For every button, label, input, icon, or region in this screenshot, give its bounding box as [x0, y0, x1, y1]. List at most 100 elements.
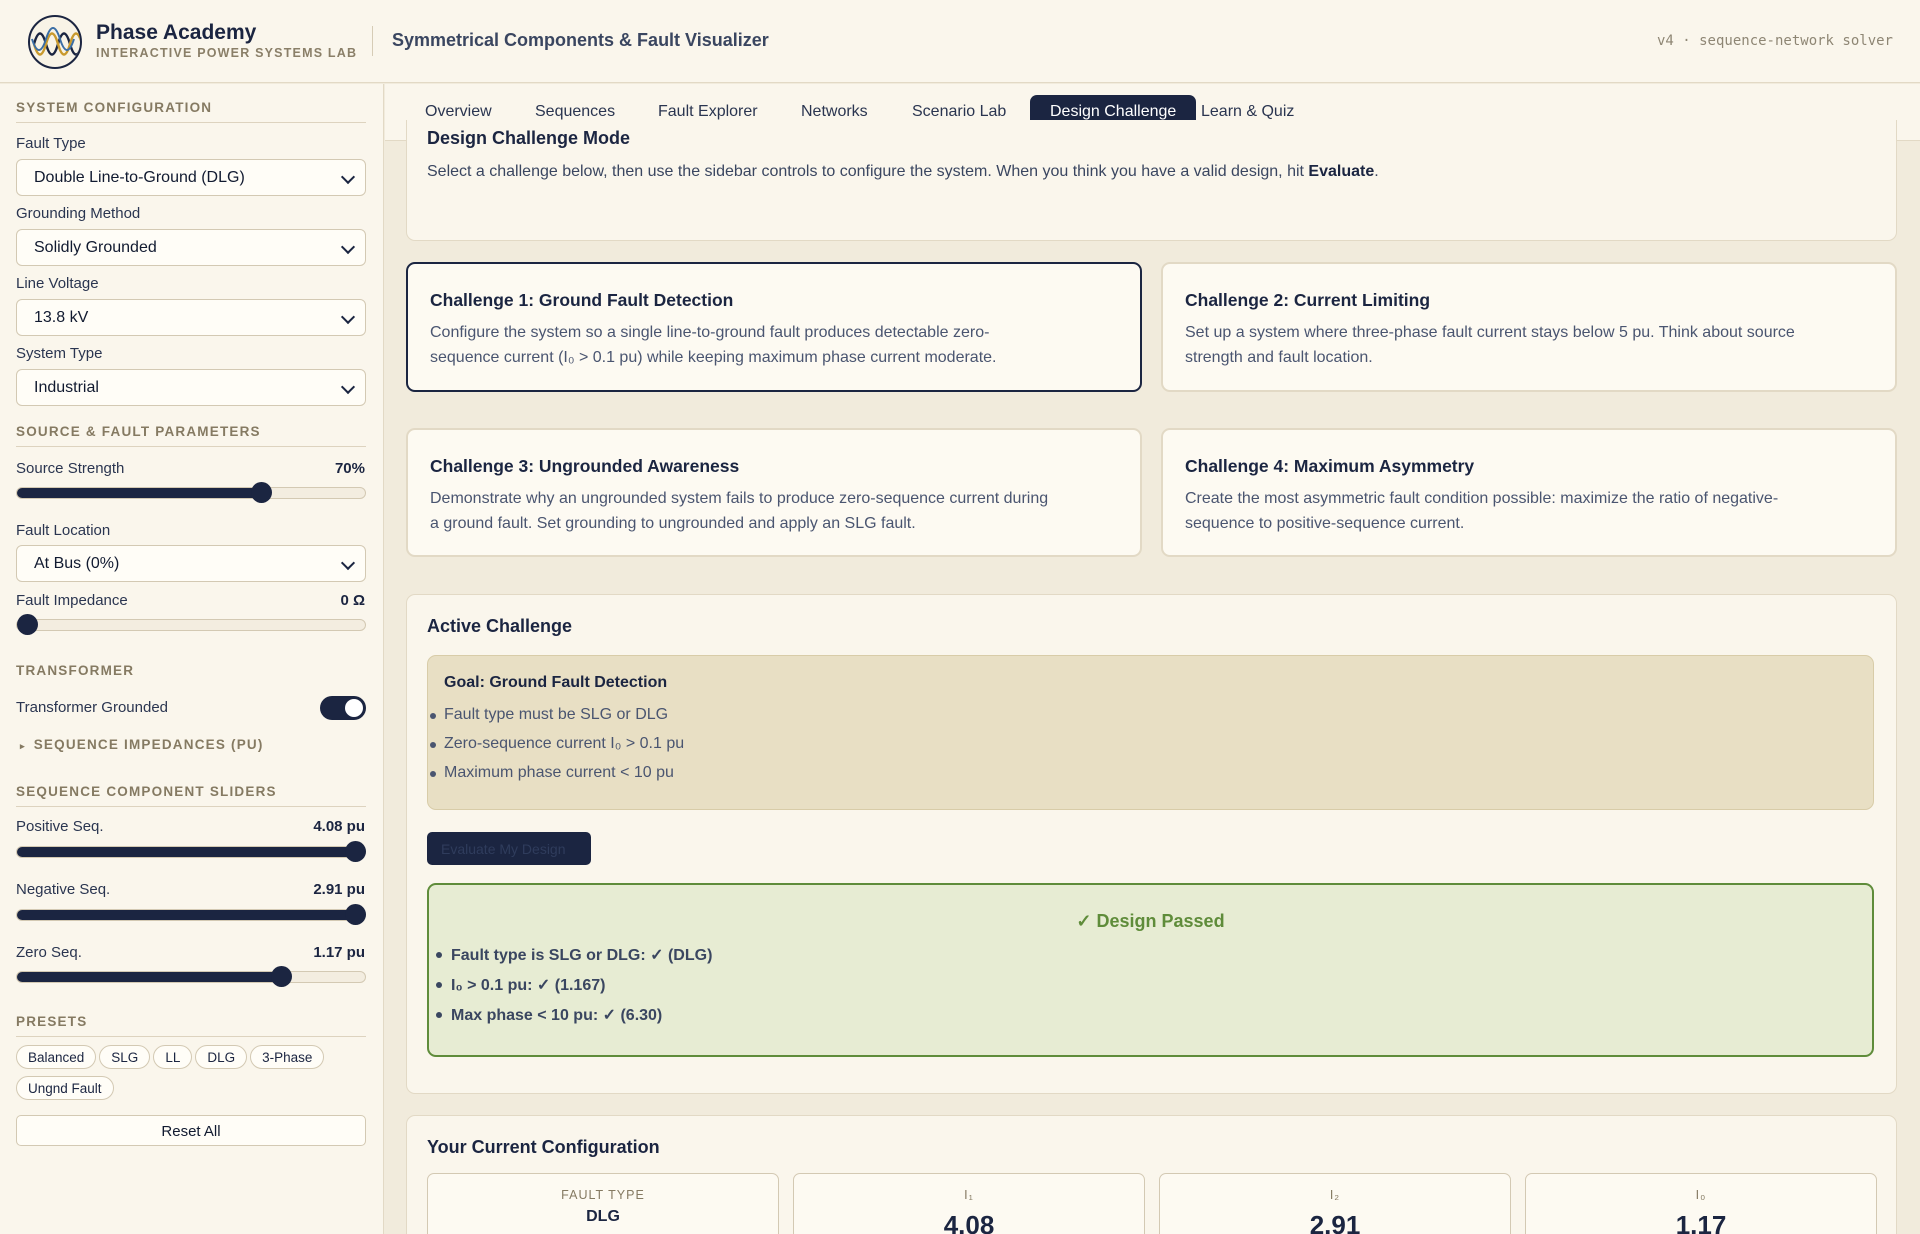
slider-thumb[interactable]: [271, 966, 293, 987]
current-configuration-card: Your Current Configuration FAULT TYPE DLG…: [406, 1115, 1897, 1234]
challenge-description: Demonstrate why an ungrounded system fai…: [430, 486, 1120, 536]
metric-i1: I₁ 4.08: [793, 1173, 1145, 1234]
challenge-description: Configure the system so a single line-to…: [430, 320, 1120, 370]
preset-dlg-chip[interactable]: DLG: [195, 1045, 248, 1069]
metric-label: I₀: [1695, 1188, 1707, 1202]
metric-i2: I₂ 2.91: [1159, 1173, 1511, 1234]
slider-thumb[interactable]: [250, 482, 272, 503]
negative-seq-label: Negative Seq.: [16, 881, 111, 898]
metric-value: DLG: [586, 1208, 620, 1225]
slider-fill: [17, 910, 355, 920]
header-divider: [372, 26, 373, 56]
slider-thumb[interactable]: [345, 841, 366, 862]
challenge-title: Challenge 4: Maximum Asymmetry: [1185, 456, 1475, 476]
zero-seq-slider[interactable]: [16, 966, 366, 987]
chevron-down-icon: [340, 379, 356, 395]
slider-fill: [17, 847, 355, 857]
source-strength-value: 70%: [334, 460, 365, 477]
fault-impedance-value: 0 Ω: [340, 592, 365, 609]
goal-item: Fault type must be SLG or DLG: [429, 706, 684, 735]
fault-location-value: At Bus (0%): [34, 555, 120, 572]
goal-item: Maximum phase current < 10 pu: [429, 764, 684, 793]
challenge-desc-line: sequence to positive-sequence current.: [1185, 515, 1465, 532]
transformer-grounded-toggle[interactable]: [320, 696, 366, 720]
intro-text-end: .: [1374, 163, 1379, 180]
chevron-down-icon: [340, 239, 356, 255]
goal-item: Zero-sequence current I₀ > 0.1 pu: [429, 735, 684, 764]
version-label: v4 · sequence-network solver: [1656, 33, 1893, 49]
system-type-select[interactable]: Industrial: [16, 369, 366, 406]
chevron-down-icon: [340, 309, 356, 325]
transformer-grounded-label: Transformer Grounded: [16, 699, 169, 716]
goal-title: Goal: Ground Fault Detection: [444, 674, 668, 691]
metric-i0: I₀ 1.17: [1525, 1173, 1877, 1234]
slider-fill: [17, 972, 282, 982]
negative-seq-value: 2.91 pu: [313, 881, 365, 898]
triangle-right-icon: ▸: [20, 741, 26, 751]
metric-label: I₂: [1329, 1188, 1341, 1202]
slider-thumb[interactable]: [17, 614, 38, 635]
preset-balanced-chip[interactable]: Balanced: [16, 1045, 97, 1069]
preset-3phase-chip[interactable]: 3-Phase: [250, 1045, 325, 1069]
preset-ungnd-fault-chip[interactable]: Ungnd Fault: [16, 1076, 114, 1100]
result-item: Fault type is SLG or DLG: ✓ (DLG): [435, 945, 712, 975]
metric-label: I₁: [964, 1188, 974, 1202]
challenge-desc-line: Configure the system so a single line-to…: [430, 324, 990, 341]
challenge-desc-line: Set up a system where three-phase fault …: [1185, 324, 1795, 341]
goal-box: Goal: Ground Fault Detection Fault type …: [427, 655, 1874, 810]
challenge-card-1[interactable]: Challenge 1: Ground Fault Detection Conf…: [406, 262, 1142, 392]
negative-seq-slider[interactable]: [16, 904, 366, 925]
sequence-impedances-toggle[interactable]: ▸ SEQUENCE IMPEDANCES (PU): [20, 737, 264, 752]
active-challenge-card: Active Challenge Goal: Ground Fault Dete…: [406, 594, 1897, 1094]
challenge-title: Challenge 2: Current Limiting: [1185, 290, 1431, 310]
challenge-desc-line: Demonstrate why an ungrounded system fai…: [430, 490, 1049, 507]
metric-label: FAULT TYPE: [561, 1188, 645, 1202]
sequence-impedances-label: SEQUENCE IMPEDANCES (PU): [33, 737, 264, 752]
result-item: Max phase < 10 pu: ✓ (6.30): [435, 1005, 712, 1035]
fault-type-label: Fault Type: [16, 135, 86, 152]
zero-seq-value: 1.17 pu: [313, 944, 365, 961]
challenge-card-4[interactable]: Challenge 4: Maximum Asymmetry Create th…: [1161, 428, 1897, 557]
transformer-heading: TRANSFORMER: [16, 663, 135, 678]
current-configuration-title: Your Current Configuration: [427, 1137, 660, 1157]
preset-ll-chip[interactable]: LL: [153, 1045, 193, 1069]
app-title: Symmetrical Components & Fault Visualize…: [392, 30, 769, 50]
design-passed-title: ✓ Design Passed: [1076, 911, 1225, 931]
challenge-description: Set up a system where three-phase fault …: [1185, 320, 1875, 370]
presets-heading: PRESETS: [16, 1014, 366, 1037]
phase-academy-logo-icon: [28, 15, 82, 69]
source-strength-slider[interactable]: [16, 482, 366, 503]
fault-impedance-slider[interactable]: [16, 614, 366, 635]
positive-seq-slider[interactable]: [16, 841, 366, 862]
challenge-desc-line: sequence current (I₀ > 0.1 pu) while kee…: [430, 349, 997, 366]
chevron-down-icon: [340, 169, 356, 185]
metric-value: 1.17: [1675, 1210, 1727, 1234]
line-voltage-select[interactable]: 13.8 kV: [16, 299, 366, 336]
challenge-card-2[interactable]: Challenge 2: Current Limiting Set up a s…: [1161, 262, 1897, 392]
grounding-method-select[interactable]: Solidly Grounded: [16, 229, 366, 266]
fault-type-select[interactable]: Double Line-to-Ground (DLG): [16, 159, 366, 196]
challenge-desc-line: Create the most asymmetric fault conditi…: [1185, 490, 1779, 507]
toggle-knob: [345, 699, 363, 717]
reset-all-button[interactable]: Reset All: [16, 1115, 366, 1146]
system-type-label: System Type: [16, 345, 103, 362]
fault-impedance-label: Fault Impedance: [16, 592, 128, 609]
evaluate-design-button[interactable]: Evaluate My Design: [427, 832, 591, 865]
challenge-desc-line: strength and fault location.: [1185, 349, 1373, 366]
preset-slg-chip[interactable]: SLG: [99, 1045, 151, 1069]
result-list: Fault type is SLG or DLG: ✓ (DLG) I₀ > 0…: [435, 945, 712, 1035]
intro-text-main: Select a challenge below, then use the s…: [427, 163, 1309, 180]
challenge-desc-line: a ground fault. Set grounding to ungroun…: [430, 515, 916, 532]
design-challenge-intro-card: Design Challenge Mode Select a challenge…: [406, 120, 1897, 241]
metric-value: 4.08: [943, 1210, 995, 1234]
brand-subtitle: INTERACTIVE POWER SYSTEMS LAB: [96, 46, 358, 60]
slider-thumb[interactable]: [345, 904, 366, 925]
grounding-method-label: Grounding Method: [16, 205, 141, 222]
challenge-card-3[interactable]: Challenge 3: Ungrounded Awareness Demons…: [406, 428, 1142, 557]
challenge-title: Challenge 1: Ground Fault Detection: [430, 290, 734, 310]
source-strength-label: Source Strength: [16, 460, 125, 477]
fault-location-label: Fault Location: [16, 522, 111, 539]
sequence-sliders-heading: SEQUENCE COMPONENT SLIDERS: [16, 784, 366, 807]
fault-location-select[interactable]: At Bus (0%): [16, 545, 366, 582]
presets-chip-group: Balanced SLG LL DLG 3-Phase Ungnd Fault: [16, 1045, 366, 1107]
